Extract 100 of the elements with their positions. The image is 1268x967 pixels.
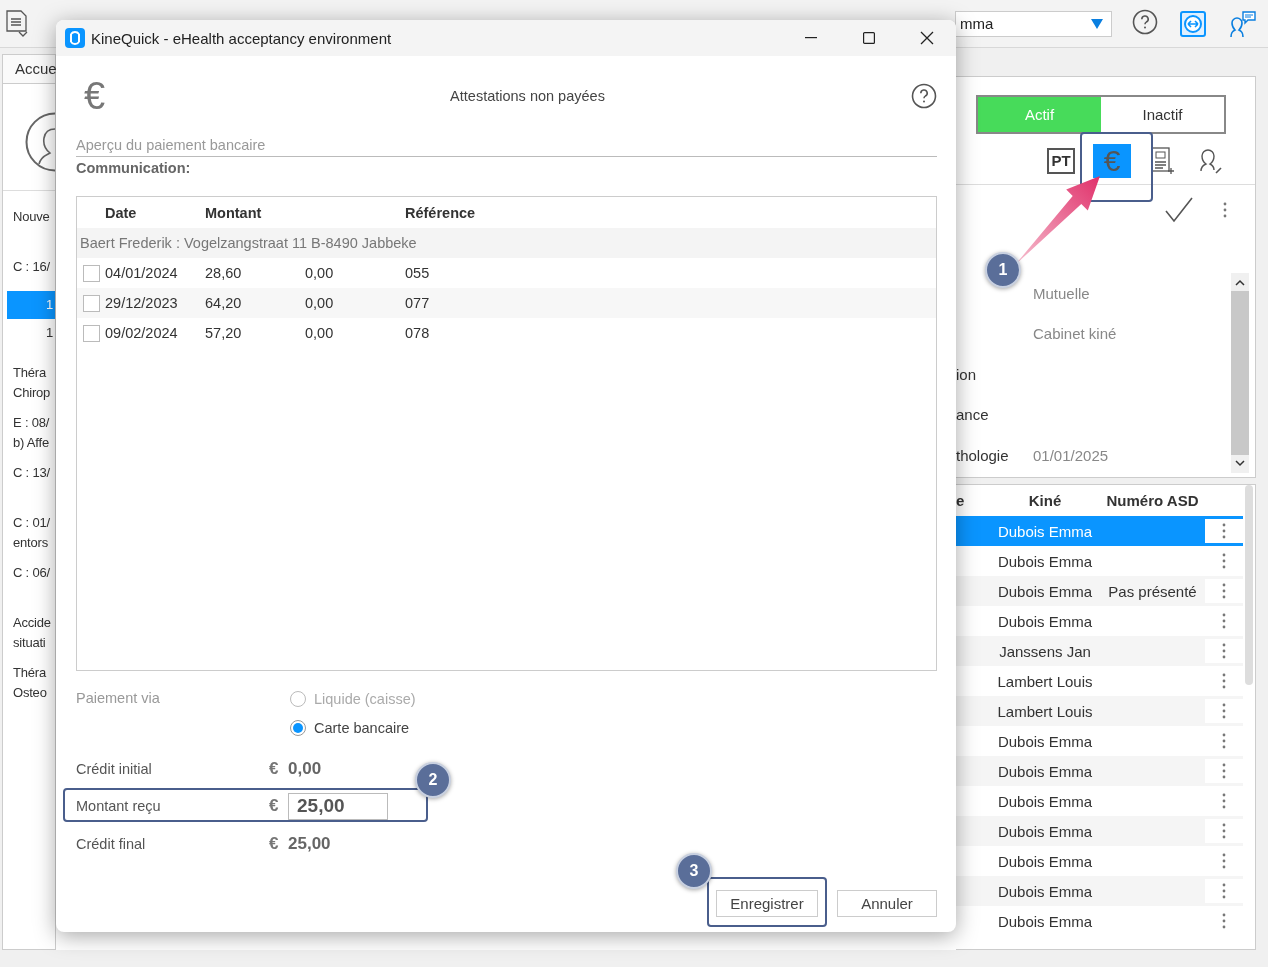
list-item[interactable]: C : 01/ entors [3,497,55,547]
document-add-icon[interactable] [1151,147,1175,175]
currency-sign: € [269,833,280,854]
more-icon[interactable] [1222,823,1226,839]
dialog-heading: Attestations non payées [449,88,606,104]
table-cell: Pas présenté [1108,582,1197,600]
table-row[interactable]: Dubois Emma [956,846,1243,876]
table-cell: 04/01/2024 [105,265,178,281]
table-row[interactable]: Dubois Emma [956,876,1243,906]
more-icon[interactable] [1222,763,1226,779]
credit-label: Crédit initial [76,760,153,777]
checkbox[interactable] [83,264,100,282]
table-cell: 29/12/2023 [105,295,178,311]
more-icon[interactable] [1222,523,1226,539]
remote-control-icon[interactable] [1180,10,1206,37]
table-cell: 0,00 [305,325,334,341]
table-row[interactable]: Dubois Emma Pas présenté [956,576,1243,606]
minimize-icon[interactable] [805,37,817,39]
close-icon[interactable] [920,31,934,45]
more-icon[interactable] [1222,613,1226,629]
more-icon[interactable] [1222,553,1226,569]
table-cell: 055 [405,265,430,281]
table-row[interactable]: Dubois Emma [956,906,1243,936]
list-item[interactable]: C : 06/ [3,547,55,597]
group-row: Baert Frederik : Vogelzangstraat 11 B-8490 Jabbeke [77,228,936,258]
currency-sign: € [269,796,280,817]
table-row[interactable]: Lambert Louis [956,666,1243,696]
list-item[interactable]: C : 16/ [3,241,55,291]
table-cell-text: Dubois Emma [996,612,1094,630]
scrollbar[interactable] [1245,485,1253,685]
field-placeholder[interactable]: Cabinet kiné [1033,325,1117,343]
table-row[interactable]: Dubois Emma [956,786,1243,816]
column-header: Montant [205,204,263,221]
credit-value: 25,00 [288,833,331,854]
table-row[interactable]: Dubois Emma [956,726,1243,756]
table-cell: 078 [405,325,430,341]
more-icon[interactable] [1223,202,1227,218]
table-row[interactable]: Dubois Emma [956,546,1243,576]
table-cell-text: Dubois Emma [996,882,1094,900]
help-icon[interactable] [911,83,937,109]
home-tab[interactable]: Accue [3,55,55,84]
field-label: ion [956,365,977,383]
column-header: Référence [405,204,476,221]
more-icon[interactable] [1222,733,1226,749]
field-label: ance [956,406,989,424]
more-icon[interactable] [1222,793,1226,809]
euro-glyph: € [83,74,107,118]
table-cell: 0,00 [305,295,334,311]
save-button[interactable]: Enregistrer [716,889,818,917]
help-icon[interactable] [1132,9,1158,35]
field-placeholder[interactable]: Mutuelle [1033,284,1090,302]
column-header: Kiné [1027,492,1063,509]
check-icon[interactable] [1165,197,1193,223]
checkbox[interactable] [83,324,100,342]
list-item[interactable]: 1 [7,319,55,347]
table-row[interactable]: Janssens Jan [956,636,1243,666]
more-icon[interactable] [1222,913,1226,929]
table-cell: 077 [405,295,430,311]
table-cell-text: Dubois Emma [996,582,1094,600]
scrollbar[interactable] [1231,273,1249,473]
table-cell-text: Dubois Emma [996,522,1094,540]
app-logo-icon [65,28,85,48]
currency-sign: € [269,758,280,779]
table-cell-text: Dubois Emma [996,822,1094,840]
list-item[interactable]: Nouve [3,191,55,241]
table-row[interactable]: Dubois Emma [956,816,1243,846]
section-title: Aperçu du paiement bancaire [76,136,937,157]
table-cell-text: Lambert Louis [996,672,1094,690]
table-row[interactable]: Lambert Louis [956,696,1243,726]
table-cell: 0,00 [305,265,334,281]
cancel-button[interactable]: Annuler [837,889,937,917]
field-placeholder[interactable]: 01/01/2025 [1033,446,1109,464]
list-item[interactable]: Accide situati [3,597,55,647]
user-dropdown[interactable]: mma [955,10,1112,37]
table-cell-text: Janssens Jan [998,642,1092,660]
more-icon[interactable] [1222,673,1226,689]
dropdown-arrow-icon[interactable] [1091,18,1103,29]
chat-support-icon[interactable] [1228,9,1256,38]
amount-input[interactable]: 25,00 [288,792,388,820]
table-cell-text: Dubois Emma [996,762,1094,780]
radio-button[interactable] [290,719,306,736]
column-header: e [956,492,966,509]
table-row[interactable]: Dubois Emma [956,606,1243,636]
checkbox[interactable] [83,294,100,312]
column-header: Date [104,204,138,221]
table-cell-text: Dubois Emma [996,912,1094,930]
more-icon[interactable] [1222,583,1226,599]
table-row[interactable]: Dubois Emma [956,756,1243,786]
invoice-icon[interactable] [5,9,29,38]
pt-tab[interactable]: PT [1047,148,1075,174]
list-item[interactable]: Théra Osteo [3,647,55,697]
more-icon[interactable] [1222,883,1226,899]
table-cell-text: Dubois Emma [996,792,1094,810]
column-header: Numéro ASD [1105,492,1200,509]
table-cell: 64,20 [205,295,242,311]
more-icon[interactable] [1222,853,1226,869]
radio-option[interactable]: Carte bancaire [290,713,416,742]
maximize-icon[interactable] [863,32,875,44]
more-icon[interactable] [1222,703,1226,719]
more-icon[interactable] [1222,643,1226,659]
